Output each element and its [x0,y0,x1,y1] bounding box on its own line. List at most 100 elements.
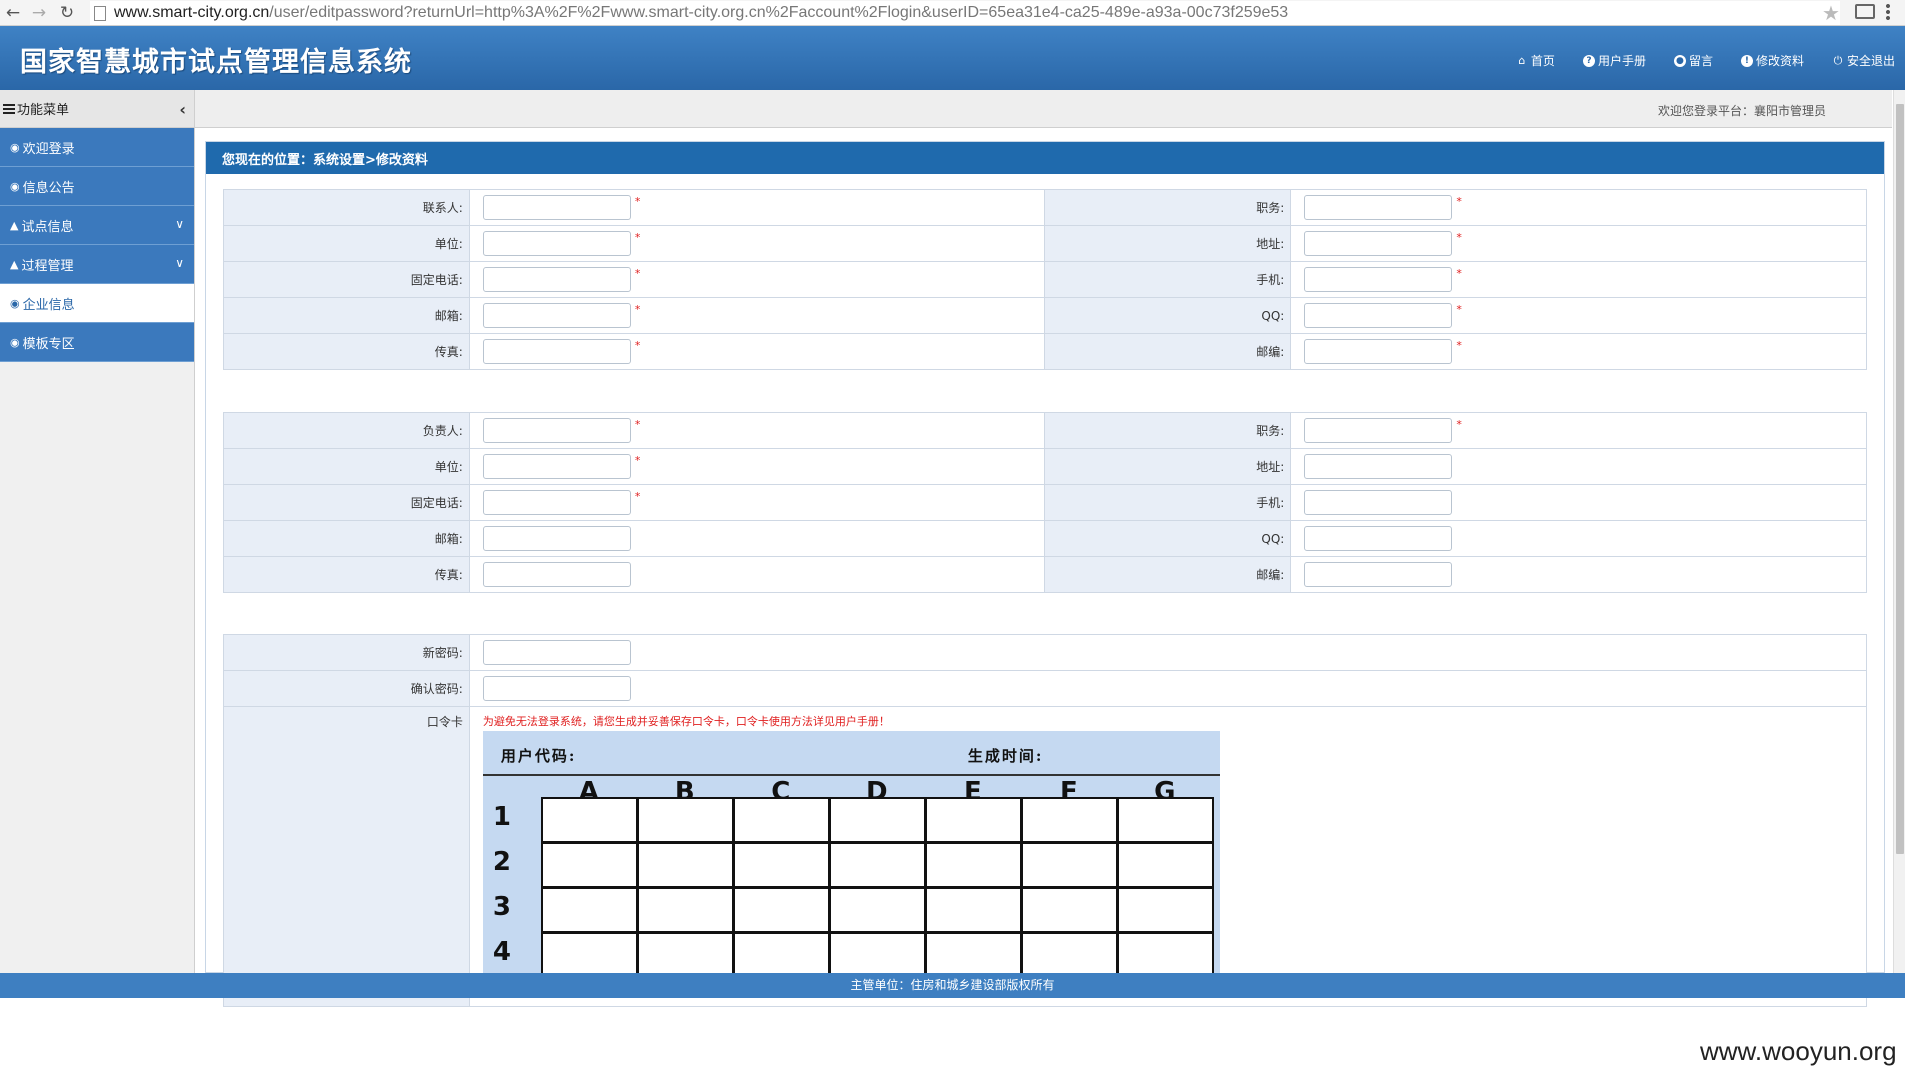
leader-name-input[interactable] [482,418,631,443]
grid-cell [924,842,1022,888]
nav-message[interactable]: ● 留言 [1673,52,1713,69]
grid-cell [636,932,734,978]
grid-cell [924,797,1022,843]
contact-qq-input[interactable] [1304,303,1453,328]
table-row: 固定电话: * 手机: * [223,261,1867,298]
globe-icon: ● [1673,54,1686,67]
sidebar-item-pilot-info[interactable]: ▲ 试点信息 ∨ [0,206,194,245]
field-cell: * [468,297,1046,334]
field-label: 邮箱: [223,297,470,334]
contact-mobile-input[interactable] [1304,267,1453,292]
leader-qq-input[interactable] [1304,526,1453,551]
contact-unit-input[interactable] [482,231,631,256]
field-cell [468,556,1046,593]
field-label: 手机: [1044,484,1292,521]
required-mark: * [1456,303,1462,316]
leader-phone-input[interactable] [482,490,631,515]
cast-icon[interactable] [1855,4,1875,19]
url-path: /user/editpassword?returnUrl=http%3A%2F%… [269,4,1289,21]
sidebar-item-announcements[interactable]: ◉ 信息公告 [0,167,194,206]
sidebar-item-enterprise[interactable]: ◉ 企业信息 [0,284,194,323]
required-mark: * [1456,267,1462,280]
grid-cell [636,797,734,843]
reload-icon[interactable]: ↻ [56,2,78,24]
collapse-sidebar-icon[interactable]: ‹ [179,100,186,119]
field-label: 地址: [1044,448,1292,485]
grid-cell [732,797,830,843]
sidebar-item-label: 过程管理 [21,258,74,274]
leader-email-input[interactable] [482,526,631,551]
contact-address-input[interactable] [1304,231,1453,256]
sidebar-item-label: 企业信息 [22,297,75,313]
field-label: 地址: [1044,225,1292,262]
field-cell [1290,448,1867,485]
grid-cell [540,842,638,888]
grid-cell [1020,932,1118,978]
token-card-note: 为避免无法登录系统，请您生成并妥善保存口令卡，口令卡使用方法详见用户手册！ [482,715,890,728]
scrollbar-thumb[interactable] [1896,104,1904,854]
bookmark-star-icon[interactable]: ★ [1822,1,1840,25]
field-label: 职务: [1044,189,1292,226]
nav-home[interactable]: ⌂ 首页 [1516,52,1555,69]
leader-title-input[interactable] [1304,418,1453,443]
table-row: 传真: * 邮编: * [223,333,1867,370]
leader-mobile-input[interactable] [1304,490,1453,515]
token-card: 用户代码: 生成时间: ABCDEFG1234 [482,731,1220,991]
sidebar-item-templates[interactable]: ◉ 模板专区 [0,323,194,362]
grid-cell [540,887,638,933]
chevron-down-icon: ∨ [175,256,184,270]
contact-title-input[interactable] [1304,195,1453,220]
nav-message-label: 留言 [1688,54,1713,68]
contact-phone-input[interactable] [482,267,631,292]
nav-user-manual-label: 用户手册 [1597,54,1646,68]
url-host: www.smart-city.org.cn [114,4,270,21]
table-row: 确认密码: [223,670,1868,707]
top-nav: ⌂ 首页 ? 用户手册 ● 留言 ! 修改资料 ⏻ 安全退出 [1488,52,1895,69]
field-label: 负责人: [223,412,470,449]
field-cell: * [1290,189,1867,226]
contact-name-input[interactable] [482,195,631,220]
field-cell: * [1290,225,1867,262]
contact-fax-input[interactable] [482,339,631,364]
field-cell [1290,556,1867,593]
grid-cell [540,797,638,843]
nav-edit-profile-label: 修改资料 [1755,54,1804,68]
field-label: QQ: [1044,520,1292,557]
contact-email-input[interactable] [482,303,631,328]
field-label: 单位: [223,225,470,262]
contact-zip-input[interactable] [1304,339,1453,364]
leader-fax-input[interactable] [482,562,631,587]
browser-menu-icon[interactable] [1886,3,1890,21]
nav-logout[interactable]: ⏻ 安全退出 [1832,52,1895,69]
address-bar[interactable]: www.smart-city.org.cn/user/editpassword?… [90,1,1840,25]
table-row: 固定电话: * 手机: [223,484,1867,521]
new-password-input[interactable] [482,640,631,665]
table-row: 负责人: * 职务: * [223,412,1867,449]
bell-icon: ▲ [10,257,19,271]
field-cell: * [468,484,1046,521]
confirm-password-input[interactable] [482,676,631,701]
leader-zip-input[interactable] [1304,562,1453,587]
field-cell: * [1290,261,1867,298]
table-row: 邮箱: QQ: [223,520,1867,557]
field-cell [468,634,1868,671]
field-cell: * [468,412,1046,449]
forward-icon[interactable]: → [28,2,50,24]
grid-cell [636,842,734,888]
field-cell: * [1290,297,1867,334]
leader-address-input[interactable] [1304,454,1453,479]
field-label: 邮箱: [223,520,470,557]
grid-cell [1116,887,1214,933]
sidebar-item-welcome[interactable]: ◉ 欢迎登录 [0,128,194,167]
table-row: 新密码: [223,634,1868,671]
leader-unit-input[interactable] [482,454,631,479]
nav-user-manual[interactable]: ? 用户手册 [1582,52,1646,69]
field-label: 邮编: [1044,333,1292,370]
nav-edit-profile[interactable]: ! 修改资料 [1740,52,1804,69]
sidebar-item-process[interactable]: ▲ 过程管理 ∨ [0,245,194,284]
globe-icon: ◉ [10,335,20,349]
page-scrollbar[interactable] [1893,90,1905,973]
back-icon[interactable]: ← [2,2,24,24]
field-label: 联系人: [223,189,470,226]
sidebar-item-label: 欢迎登录 [22,141,75,157]
